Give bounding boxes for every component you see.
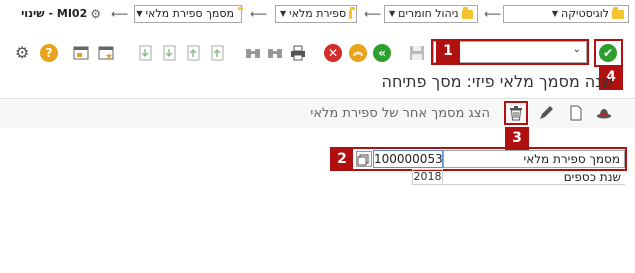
fiscal-year-input[interactable]: 2018	[412, 169, 443, 185]
breadcrumb-item-inventory-doc[interactable]: מסמך ספירת מלאי ▼	[134, 5, 243, 23]
new-session-icon[interactable]	[72, 44, 90, 62]
cancel-icon[interactable]: ✕	[324, 44, 342, 62]
fiscal-year-label: שנת כספים	[443, 169, 625, 185]
find-icon[interactable]	[266, 44, 284, 62]
display-other-document-button[interactable]: הצג מסמך אחר של ספירת מלאי	[310, 106, 490, 121]
highlight-doc-field	[330, 147, 627, 171]
folder-icon	[612, 6, 624, 19]
help-icon[interactable]: ?	[40, 44, 58, 62]
chevron-down-icon: ▼	[551, 9, 559, 18]
highlight-delete-button	[504, 101, 528, 125]
chevron-down-icon: ▼	[389, 9, 396, 18]
breadcrumb-item-logistics[interactable]: לוגיסטיקה ▼	[503, 5, 629, 23]
shortcut-icon[interactable]: ★	[97, 44, 115, 62]
arrow-left-icon: ⟵	[111, 7, 129, 21]
gear-icon: ⚙	[90, 7, 101, 21]
folder-icon	[461, 6, 473, 19]
hat-icon[interactable]	[596, 106, 612, 120]
previous-page-icon[interactable]	[184, 44, 202, 62]
last-page-icon[interactable]	[136, 44, 154, 62]
find-next-icon[interactable]	[244, 44, 262, 62]
change-pencil-icon[interactable]	[538, 105, 554, 121]
arrow-left-icon: ⟵	[484, 7, 502, 21]
folder-icon	[349, 6, 355, 19]
arrow-left-icon: ⟵	[364, 7, 382, 21]
highlight-enter-button	[594, 39, 623, 67]
arrow-left-icon: ⟵	[250, 7, 268, 21]
breadcrumb-label: ספירת מלאי	[289, 7, 347, 20]
exit-icon[interactable]: ︽	[349, 44, 367, 62]
print-icon[interactable]	[289, 44, 307, 62]
next-page-icon[interactable]	[160, 44, 178, 62]
breadcrumb-label: לוגיסטיקה	[561, 7, 609, 20]
chevron-down-icon: ▼	[280, 9, 287, 18]
divider	[0, 98, 635, 99]
create-document-icon[interactable]	[569, 105, 583, 121]
breadcrumb-label: ניהול חומרים	[398, 7, 459, 20]
breadcrumb-label: MI02 - שינוי	[21, 7, 88, 20]
back-icon[interactable]: «	[373, 44, 391, 62]
settings-gear-icon[interactable]: ⚙	[15, 44, 33, 62]
breadcrumb-label: מסמך ספירת מלאי	[145, 7, 234, 20]
breadcrumb-item-transaction[interactable]: ⚙ MI02 - שינוי	[4, 5, 105, 23]
page-title: שנה מסמך מלאי פיזי: מסך פתיחה	[381, 72, 613, 91]
step-badge-1: 1	[436, 40, 460, 64]
breadcrumb-item-materials-management[interactable]: ניהול חומרים ▼	[384, 5, 478, 23]
step-badge-2: 2	[331, 148, 353, 170]
breadcrumb-item-physical-inventory[interactable]: ספירת מלאי ▼	[275, 5, 357, 23]
svg-text:★: ★	[105, 52, 113, 62]
save-icon[interactable]	[408, 44, 426, 62]
first-page-icon[interactable]	[208, 44, 226, 62]
chevron-down-icon: ▼	[136, 9, 143, 18]
